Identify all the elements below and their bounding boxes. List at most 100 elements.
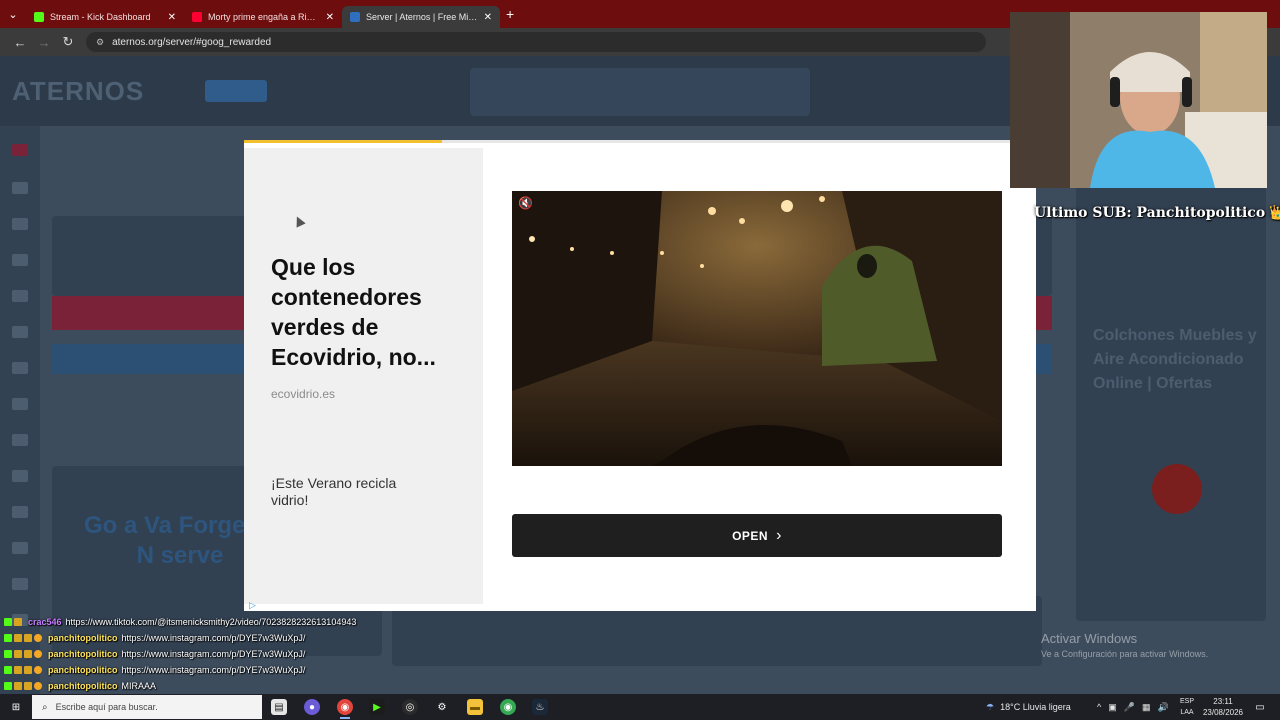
header-promo bbox=[470, 68, 810, 116]
volume-icon[interactable]: 🔊 bbox=[1157, 702, 1168, 713]
sidebar-icon bbox=[12, 254, 28, 266]
chat-username: panchitopolitico bbox=[48, 633, 118, 643]
last-sub-label: Ultimo SUB: Panchitopolitico 👑 bbox=[1034, 205, 1280, 221]
tab-kick[interactable]: Stream - Kick Dashboard ✕ bbox=[26, 6, 184, 28]
clock-time: 23:11 bbox=[1213, 697, 1233, 706]
forward-arrow-icon[interactable]: → bbox=[32, 35, 56, 50]
youtube-favicon-icon bbox=[192, 12, 202, 22]
sidebar-icon bbox=[12, 506, 28, 518]
sidebar-icon bbox=[12, 290, 28, 302]
webcam-overlay bbox=[1010, 12, 1267, 188]
keyboard-layout: LAA bbox=[1180, 709, 1194, 716]
close-tab-icon[interactable]: ✕ bbox=[484, 12, 492, 23]
url-bar[interactable]: ⚙ aternos.org/server/#goog_rewarded bbox=[86, 32, 986, 52]
crown-icon: 👑 bbox=[1269, 205, 1280, 221]
watermark-title: Activar Windows bbox=[1041, 631, 1138, 646]
chat-text: MIRAAA bbox=[121, 681, 157, 691]
gift-badge-icon bbox=[24, 682, 32, 690]
adchoices-icon[interactable]: ▷ bbox=[249, 600, 256, 611]
og-badge-icon bbox=[34, 634, 42, 642]
og-badge-icon bbox=[34, 666, 42, 674]
chat-username: panchitopolitico bbox=[48, 681, 118, 691]
obs-stream-icon[interactable]: ▶ bbox=[369, 699, 385, 715]
settings-gear-icon[interactable]: ⚙ bbox=[434, 699, 450, 715]
sidebar-icon bbox=[12, 218, 28, 230]
sub-badge-icon bbox=[14, 634, 22, 642]
windows-start-icon[interactable]: ⊞ bbox=[8, 699, 24, 715]
sidebar-icon bbox=[12, 398, 28, 410]
chat-message: panchitopolitico https://www.instagram.c… bbox=[4, 662, 424, 678]
aternos-favicon-icon bbox=[350, 12, 360, 22]
gift-badge-icon bbox=[24, 634, 32, 642]
chat-badges bbox=[4, 682, 44, 690]
close-tab-icon[interactable]: ✕ bbox=[168, 12, 176, 23]
reload-icon[interactable]: ↻ bbox=[56, 34, 80, 50]
ad-progress-bar bbox=[244, 140, 442, 143]
network-icon[interactable]: ▦ bbox=[1142, 702, 1151, 713]
chat-badges bbox=[4, 618, 24, 626]
activate-windows-watermark: Activar Windows Ve a Configuración para … bbox=[1041, 631, 1208, 659]
ad-headline[interactable]: Que los contenedores verdes de Ecovidrio… bbox=[271, 252, 461, 372]
close-tab-icon[interactable]: ✕ bbox=[326, 12, 334, 23]
kick-favicon-icon bbox=[34, 12, 44, 22]
sidebar-icon bbox=[12, 434, 28, 446]
taskbar-search-field[interactable]: ⌕ Escribe aquí para buscar. bbox=[32, 695, 262, 719]
app-icon[interactable]: ● bbox=[304, 699, 320, 715]
tab-aternos[interactable]: Server | Aternos | Free Minecraft ✕ bbox=[342, 6, 500, 28]
sidebar-icon bbox=[12, 182, 28, 194]
side-ad-text: Colchones Muebles y Aire Acondicionado O… bbox=[1093, 327, 1257, 392]
tray-chevron-icon[interactable]: ^ bbox=[1097, 702, 1101, 712]
weather-widget[interactable]: ☂ 18°C Lluvia ligera bbox=[986, 694, 1071, 720]
file-explorer-icon[interactable]: ▬ bbox=[467, 699, 483, 715]
aternos-sidebar bbox=[0, 126, 40, 694]
chat-overlay: crac546 https://www.tiktok.com/@itsmenic… bbox=[4, 614, 424, 694]
ad-description: ¡Este Verano recicla vidrio! bbox=[271, 475, 397, 508]
chat-text: https://www.tiktok.com/@itsmenicksmithy2… bbox=[65, 617, 357, 627]
ad-text-panel[interactable]: Que los contenedores verdes de Ecovidrio… bbox=[244, 148, 483, 610]
mute-icon[interactable]: 🔇 bbox=[518, 196, 533, 210]
new-tab-button[interactable]: + bbox=[506, 6, 514, 22]
tab-search-icon[interactable]: ⌄ bbox=[0, 8, 26, 21]
chat-username: panchitopolitico bbox=[48, 665, 118, 675]
ad-domain[interactable]: ecovidrio.es bbox=[271, 387, 335, 401]
chevron-right-icon: › bbox=[776, 526, 782, 544]
og-badge-icon bbox=[34, 650, 42, 658]
sidebar-icon bbox=[12, 326, 28, 338]
taskbar-clock[interactable]: 23:11 23/08/2026 bbox=[1200, 696, 1246, 718]
task-view-icon[interactable]: ▤ bbox=[271, 699, 287, 715]
gift-badge-icon bbox=[24, 650, 32, 658]
tab-title: Stream - Kick Dashboard bbox=[50, 12, 151, 22]
notifications-icon[interactable]: ▭ bbox=[1252, 699, 1268, 715]
sub-badge-icon bbox=[14, 682, 22, 690]
search-icon: ⌕ bbox=[42, 701, 48, 713]
rewarded-ad-modal: Que los contenedores verdes de Ecovidrio… bbox=[244, 140, 1036, 611]
kick-badge-icon bbox=[4, 682, 12, 690]
sidebar-icon bbox=[12, 362, 28, 374]
language-indicator[interactable]: ESP LAA bbox=[1176, 696, 1198, 718]
site-info-icon[interactable]: ⚙ bbox=[96, 37, 104, 48]
clock-date: 23/08/2026 bbox=[1202, 708, 1244, 717]
obs-icon[interactable]: ◎ bbox=[402, 699, 418, 715]
open-button-label: OPEN bbox=[732, 528, 769, 543]
chrome-alt-icon[interactable]: ◉ bbox=[500, 699, 516, 715]
chat-text: https://www.instagram.com/p/DYE7w3WuXpJ/ bbox=[121, 665, 306, 675]
aternos-logo: ATERNOS bbox=[12, 76, 145, 106]
language-code: ESP bbox=[1179, 698, 1194, 705]
kick-badge-icon bbox=[4, 650, 12, 658]
open-ad-button[interactable]: OPEN › bbox=[512, 514, 1002, 557]
chat-message: crac546 https://www.tiktok.com/@itsmenic… bbox=[4, 614, 424, 630]
street-night-scene bbox=[512, 191, 1002, 466]
steam-icon[interactable]: ♨ bbox=[532, 699, 548, 715]
tab-youtube[interactable]: Morty prime engaña a Rick #sh ✕ bbox=[184, 6, 342, 28]
kick-badge-icon bbox=[4, 618, 12, 626]
ad-video[interactable]: 🔇 bbox=[512, 191, 1002, 466]
camera-icon[interactable]: ▣ bbox=[1108, 702, 1117, 713]
chat-text: https://www.instagram.com/p/DYE7w3WuXpJ/ bbox=[121, 649, 306, 659]
chrome-icon[interactable]: ◉ bbox=[337, 699, 353, 719]
sidebar-icon bbox=[12, 470, 28, 482]
kick-badge-icon bbox=[4, 666, 12, 674]
sub-badge-icon bbox=[14, 618, 22, 626]
back-arrow-icon[interactable]: ← bbox=[8, 35, 32, 50]
system-tray: ^ ▣ 🎤 ▦ 🔊 bbox=[1097, 694, 1169, 720]
microphone-icon[interactable]: 🎤 bbox=[1124, 702, 1135, 713]
